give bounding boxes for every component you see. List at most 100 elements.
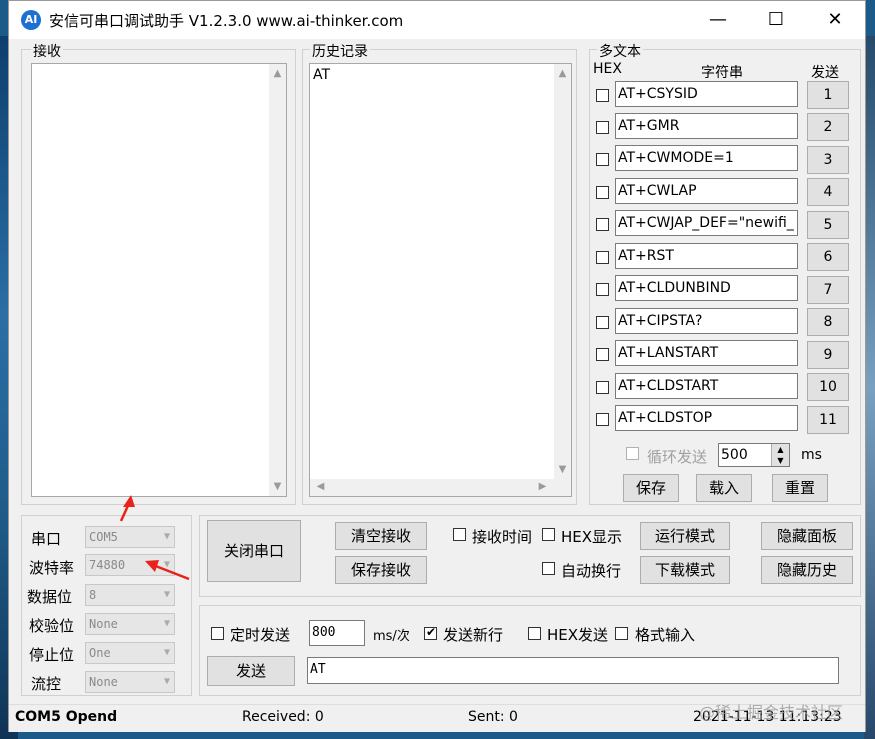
command-field[interactable]: AT+CLDSTART	[615, 373, 798, 399]
annotation-arrowhead-port	[123, 495, 135, 507]
loop-send-checkbox[interactable]	[626, 447, 639, 460]
send-command-button[interactable]: 10	[807, 373, 849, 401]
checkmark-icon: ✔	[426, 625, 437, 639]
sent-count: Sent: 0	[468, 709, 518, 725]
timed-send-label: 定时发送	[230, 626, 291, 644]
send-button[interactable]: 发送	[207, 656, 295, 686]
hex-checkbox[interactable]	[596, 121, 609, 134]
command-field[interactable]: AT+CSYSID	[615, 81, 798, 107]
hex-checkbox[interactable]	[596, 381, 609, 394]
scroll-down-icon[interactable]: ▼	[554, 464, 571, 475]
parity-label: 校验位	[29, 617, 75, 635]
command-field[interactable]: AT+CWLAP	[615, 178, 798, 204]
send-command-button[interactable]: 9	[807, 341, 849, 369]
command-field[interactable]: AT+CLDSTOP	[615, 405, 798, 431]
load-button[interactable]: 载入	[696, 474, 752, 502]
chevron-down-icon: ▼	[163, 647, 170, 658]
scroll-up-icon[interactable]: ▲	[269, 68, 286, 79]
hex-checkbox[interactable]	[596, 283, 609, 296]
history-list[interactable]: AT ▲ ▼ ◀ ▶	[309, 63, 572, 497]
send-input[interactable]: AT	[307, 657, 839, 684]
scroll-right-icon[interactable]: ▶	[534, 481, 551, 492]
flow-control-label: 流控	[31, 675, 62, 693]
string-column-header: 字符串	[701, 65, 743, 81]
command-field[interactable]: AT+RST	[615, 243, 798, 269]
stop-bits-select-value: One	[89, 646, 111, 660]
flow-control-select-value: None	[89, 675, 118, 689]
chevron-down-icon: ▼	[163, 676, 170, 687]
receive-textarea[interactable]: ▲ ▼	[31, 63, 287, 497]
send-command-button[interactable]: 7	[807, 276, 849, 304]
hex-column-header: HEX	[593, 61, 622, 77]
send-command-button[interactable]: 1	[807, 81, 849, 109]
stop-bits-select[interactable]: One ▼	[85, 642, 175, 664]
history-item[interactable]: AT	[313, 67, 330, 83]
hex-display-checkbox[interactable]	[542, 528, 555, 541]
hex-checkbox[interactable]	[596, 251, 609, 264]
clear-receive-button[interactable]: 清空接收	[335, 522, 427, 550]
hide-history-button[interactable]: 隐藏历史	[761, 556, 853, 584]
send-command-button[interactable]: 6	[807, 243, 849, 271]
status-bar: COM5 Opend Received: 0 Sent: 0 2021-11-1…	[9, 703, 865, 732]
send-command-button[interactable]: 3	[807, 146, 849, 174]
save-button[interactable]: 保存	[623, 474, 679, 502]
hex-send-label: HEX发送	[547, 626, 609, 644]
send-command-button[interactable]: 5	[807, 211, 849, 239]
close-port-button[interactable]: 关闭串口	[207, 520, 301, 582]
hex-checkbox[interactable]	[596, 218, 609, 231]
maximize-button[interactable]: ☐	[747, 1, 805, 39]
data-bits-select-value: 8	[89, 588, 97, 602]
loop-send-label: 循环发送	[647, 448, 708, 466]
scroll-up-icon[interactable]: ▲	[554, 68, 571, 79]
command-field[interactable]: AT+CWJAP_DEF="newifi_	[615, 210, 798, 236]
send-command-button[interactable]: 11	[807, 406, 849, 434]
send-command-button[interactable]: 8	[807, 308, 849, 336]
port-label: 串口	[31, 530, 62, 548]
scroll-left-icon[interactable]: ◀	[312, 481, 329, 492]
hex-checkbox[interactable]	[596, 316, 609, 329]
hex-display-label: HEX显示	[561, 528, 623, 546]
send-interval-field[interactable]: 800	[309, 620, 365, 646]
chevron-down-icon: ▼	[163, 618, 170, 629]
auto-newline-checkbox[interactable]	[542, 562, 555, 575]
receive-scrollbar[interactable]: ▲ ▼	[269, 64, 286, 496]
annotation-arrows	[119, 495, 190, 581]
loop-interval-spinner[interactable]: ▲ ▼	[771, 444, 789, 466]
hex-checkbox[interactable]	[596, 413, 609, 426]
flow-control-select[interactable]: None ▼	[85, 671, 175, 693]
send-command-button[interactable]: 2	[807, 113, 849, 141]
command-field[interactable]: AT+CWMODE=1	[615, 145, 798, 171]
receive-time-checkbox[interactable]	[453, 528, 466, 541]
hex-checkbox[interactable]	[596, 186, 609, 199]
format-input-label: 格式输入	[635, 626, 696, 644]
run-mode-button[interactable]: 运行模式	[640, 522, 730, 550]
hex-checkbox[interactable]	[596, 153, 609, 166]
close-button[interactable]: ✕	[806, 1, 864, 39]
scroll-down-icon[interactable]: ▼	[269, 481, 286, 492]
command-field[interactable]: AT+LANSTART	[615, 340, 798, 366]
parity-select[interactable]: None ▼	[85, 613, 175, 635]
send-column-header: 发送	[811, 65, 839, 81]
hide-panel-button[interactable]: 隐藏面板	[761, 522, 853, 550]
history-vscrollbar[interactable]: ▲ ▼	[554, 64, 571, 479]
app-logo-icon: AI	[21, 10, 41, 30]
received-count: Received: 0	[242, 709, 324, 725]
hex-checkbox[interactable]	[596, 89, 609, 102]
format-input-checkbox[interactable]	[615, 627, 628, 640]
minimize-button[interactable]: —	[689, 1, 747, 39]
history-label: 历史记录	[310, 41, 370, 61]
command-field[interactable]: AT+GMR	[615, 113, 798, 139]
command-field[interactable]: AT+CIPSTA?	[615, 308, 798, 334]
hex-checkbox[interactable]	[596, 348, 609, 361]
auto-newline-label: 自动换行	[561, 562, 622, 580]
history-hscrollbar[interactable]: ◀ ▶	[310, 479, 571, 496]
timed-send-checkbox[interactable]	[211, 627, 224, 640]
send-command-button[interactable]: 4	[807, 178, 849, 206]
download-mode-button[interactable]: 下载模式	[640, 556, 730, 584]
command-field[interactable]: AT+CLDUNBIND	[615, 275, 798, 301]
save-receive-button[interactable]: 保存接收	[335, 556, 427, 584]
reset-button[interactable]: 重置	[772, 474, 828, 502]
stop-bits-label: 停止位	[29, 646, 75, 664]
hex-send-checkbox[interactable]	[528, 627, 541, 640]
send-newline-checkbox[interactable]: ✔	[424, 625, 437, 640]
